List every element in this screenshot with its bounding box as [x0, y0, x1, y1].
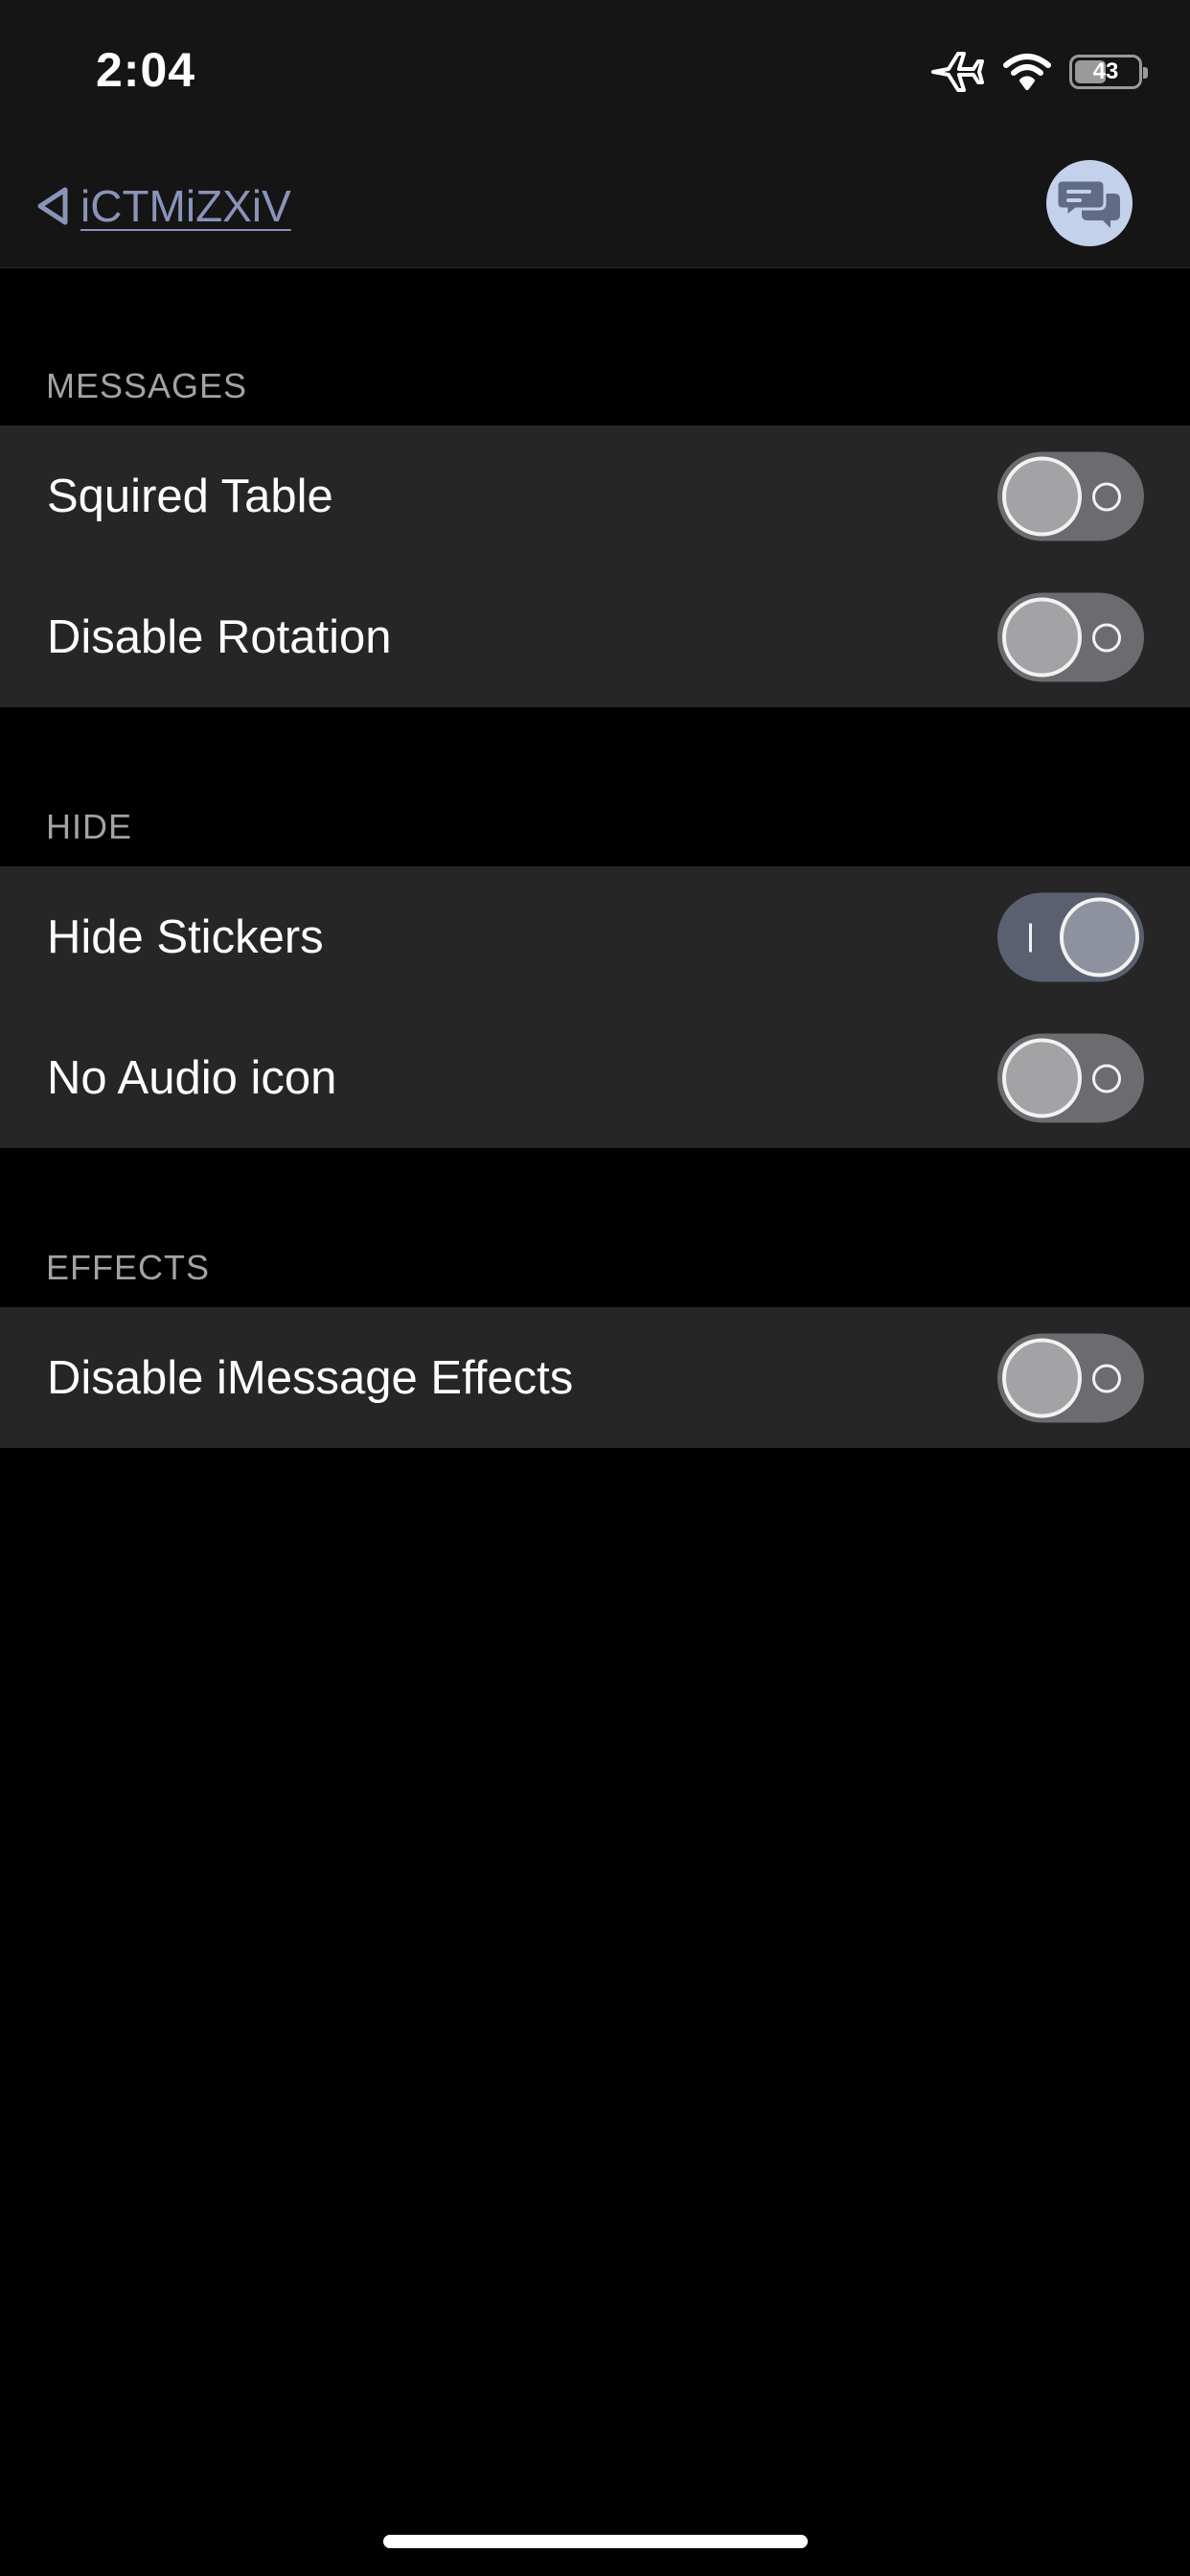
back-label: iCTMiZXiV: [80, 181, 291, 231]
battery-icon: 43: [1069, 55, 1148, 89]
group-effects: Disable iMessage Effects: [0, 1307, 1190, 1448]
row-disable-imessage-effects: Disable iMessage Effects: [0, 1307, 1190, 1448]
section-header-effects: EFFECTS: [46, 1248, 211, 1287]
row-no-audio-icon: No Audio icon: [0, 1007, 1190, 1148]
chat-bubbles-icon: [1055, 178, 1120, 228]
airplane-icon: [931, 52, 984, 92]
wifi-icon: [1003, 54, 1051, 90]
row-label: Hide Stickers: [47, 910, 324, 963]
disable-imessage-effects-toggle[interactable]: [997, 1333, 1144, 1422]
squired-table-toggle[interactable]: [997, 451, 1144, 540]
no-audio-icon-toggle[interactable]: [997, 1033, 1144, 1122]
disable-rotation-toggle[interactable]: [997, 592, 1144, 681]
chat-button[interactable]: [1046, 160, 1133, 246]
status-bar: 2:04 43: [0, 0, 1190, 144]
back-arrow-icon: [37, 187, 68, 225]
row-label: Disable Rotation: [47, 610, 392, 663]
row-label: No Audio icon: [47, 1051, 337, 1104]
screen: 2:04 43 iCTMiZXiV MESSAGES Squired Table…: [0, 0, 1190, 2576]
battery-level: 43: [1092, 58, 1119, 84]
section-header-hide: HIDE: [46, 807, 133, 846]
row-hide-stickers: Hide Stickers: [0, 866, 1190, 1007]
status-icons: 43: [929, 48, 1148, 96]
row-label: Squired Table: [47, 470, 333, 522]
group-messages: Squired Table Disable Rotation: [0, 426, 1190, 707]
nav-bar: iCTMiZXiV: [0, 144, 1190, 268]
group-hide: Hide Stickers No Audio icon: [0, 866, 1190, 1148]
status-time: 2:04: [96, 43, 196, 97]
row-disable-rotation: Disable Rotation: [0, 566, 1190, 707]
row-squired-table: Squired Table: [0, 426, 1190, 566]
section-header-messages: MESSAGES: [46, 366, 248, 405]
home-indicator[interactable]: [383, 2535, 808, 2548]
hide-stickers-toggle[interactable]: [997, 892, 1144, 981]
back-button[interactable]: iCTMiZXiV: [33, 177, 291, 235]
row-label: Disable iMessage Effects: [47, 1351, 574, 1404]
